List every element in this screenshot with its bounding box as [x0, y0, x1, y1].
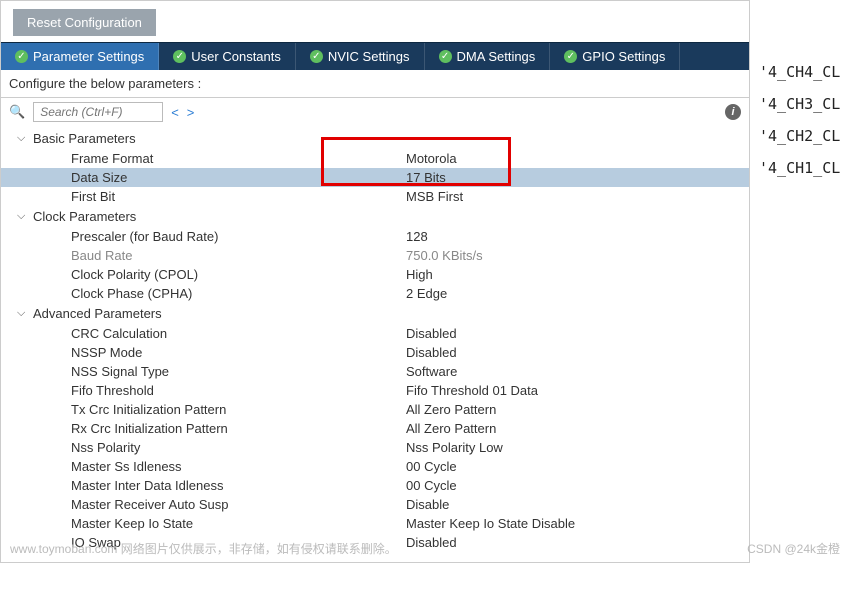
param-label: Fifo Threshold	[71, 383, 406, 398]
check-icon: ✓	[564, 50, 577, 63]
param-row[interactable]: Rx Crc Initialization PatternAll Zero Pa…	[1, 419, 749, 438]
param-value[interactable]: Disabled	[406, 535, 741, 550]
tab-parameter-settings[interactable]: ✓ Parameter Settings	[1, 43, 159, 70]
param-row[interactable]: Clock Polarity (CPOL)High	[1, 265, 749, 284]
param-label: Master Ss Idleness	[71, 459, 406, 474]
param-row[interactable]: Master Receiver Auto SuspDisable	[1, 495, 749, 514]
param-row[interactable]: Tx Crc Initialization PatternAll Zero Pa…	[1, 400, 749, 419]
param-label: Nss Polarity	[71, 440, 406, 455]
param-label: First Bit	[71, 189, 406, 204]
param-row[interactable]: Frame FormatMotorola	[1, 149, 749, 168]
param-row[interactable]: Master Keep Io StateMaster Keep Io State…	[1, 514, 749, 533]
param-label: Baud Rate	[71, 248, 406, 263]
param-row[interactable]: NSSP ModeDisabled	[1, 343, 749, 362]
param-label: Master Receiver Auto Susp	[71, 497, 406, 512]
pin-labels: '4_CH4_CL'4_CH3_CL'4_CH2_CL'4_CH1_CL	[759, 56, 840, 184]
param-row[interactable]: CRC CalculationDisabled	[1, 324, 749, 343]
param-value[interactable]: All Zero Pattern	[406, 402, 741, 417]
param-value[interactable]: Disabled	[406, 345, 741, 360]
pin-label: '4_CH4_CL	[759, 56, 840, 88]
tab-label: Parameter Settings	[33, 49, 144, 64]
param-value[interactable]: Disabled	[406, 326, 741, 341]
param-value[interactable]: Software	[406, 364, 741, 379]
tab-label: DMA Settings	[457, 49, 536, 64]
param-label: Master Inter Data Idleness	[71, 478, 406, 493]
pin-label: '4_CH2_CL	[759, 120, 840, 152]
param-value[interactable]: 750.0 KBits/s	[406, 248, 741, 263]
param-value[interactable]: MSB First	[406, 189, 741, 204]
group-header[interactable]: ⌵ Clock Parameters	[1, 206, 749, 227]
param-label: Data Size	[71, 170, 406, 185]
param-row[interactable]: Data Size17 Bits	[1, 168, 749, 187]
watermark-right: CSDN @24k金橙	[747, 540, 840, 557]
group-label: Advanced Parameters	[33, 306, 162, 321]
param-value[interactable]: All Zero Pattern	[406, 421, 741, 436]
tab-label: User Constants	[191, 49, 281, 64]
search-input[interactable]	[33, 102, 163, 122]
param-label: CRC Calculation	[71, 326, 406, 341]
param-row[interactable]: Master Inter Data Idleness00 Cycle	[1, 476, 749, 495]
param-value[interactable]: 00 Cycle	[406, 478, 741, 493]
expand-icon[interactable]: >	[187, 105, 195, 120]
tab-bar: ✓ Parameter Settings ✓ User Constants ✓ NVIC …	[1, 42, 749, 70]
param-label: NSS Signal Type	[71, 364, 406, 379]
group-label: Clock Parameters	[33, 209, 136, 224]
search-toolbar: 🔍 < > i	[1, 98, 749, 126]
tab-nvic-settings[interactable]: ✓ NVIC Settings	[296, 43, 425, 70]
param-value[interactable]: Master Keep Io State Disable	[406, 516, 741, 531]
group-label: Basic Parameters	[33, 131, 136, 146]
check-icon: ✓	[310, 50, 323, 63]
param-label: NSSP Mode	[71, 345, 406, 360]
chevron-down-icon: ⌵	[17, 132, 29, 145]
watermark-left: www.toymoban.com 网络图片仅供展示，非存储，如有侵权请联系删除。	[10, 540, 397, 557]
param-value[interactable]: Disable	[406, 497, 741, 512]
param-row[interactable]: Master Ss Idleness00 Cycle	[1, 457, 749, 476]
param-value[interactable]: Nss Polarity Low	[406, 440, 741, 455]
param-row[interactable]: NSS Signal TypeSoftware	[1, 362, 749, 381]
check-icon: ✓	[173, 50, 186, 63]
param-value[interactable]: Motorola	[406, 151, 741, 166]
param-row[interactable]: Clock Phase (CPHA)2 Edge	[1, 284, 749, 303]
check-icon: ✓	[439, 50, 452, 63]
param-value[interactable]: High	[406, 267, 741, 282]
tab-label: GPIO Settings	[582, 49, 665, 64]
param-label: Tx Crc Initialization Pattern	[71, 402, 406, 417]
pin-label: '4_CH3_CL	[759, 88, 840, 120]
group-header[interactable]: ⌵ Basic Parameters	[1, 128, 749, 149]
param-row[interactable]: Nss PolarityNss Polarity Low	[1, 438, 749, 457]
param-label: Rx Crc Initialization Pattern	[71, 421, 406, 436]
param-value[interactable]: 17 Bits	[406, 170, 741, 185]
collapse-icon[interactable]: <	[171, 105, 179, 120]
param-value[interactable]: 2 Edge	[406, 286, 741, 301]
param-value[interactable]: 128	[406, 229, 741, 244]
info-icon[interactable]: i	[725, 104, 741, 120]
tab-dma-settings[interactable]: ✓ DMA Settings	[425, 43, 551, 70]
tab-user-constants[interactable]: ✓ User Constants	[159, 43, 296, 70]
search-icon[interactable]: 🔍	[9, 104, 25, 120]
config-panel: Reset Configuration ✓Parameter Settings✓…	[0, 0, 750, 563]
reset-wrap: Reset Configuration	[1, 1, 749, 42]
param-label: Frame Format	[71, 151, 406, 166]
param-value[interactable]: Fifo Threshold 01 Data	[406, 383, 741, 398]
check-icon: ✓	[15, 50, 28, 63]
config-instruction: Configure the below parameters :	[1, 70, 749, 98]
chevron-down-icon: ⌵	[17, 210, 29, 223]
param-label: Clock Phase (CPHA)	[71, 286, 406, 301]
tab-gpio-settings[interactable]: ✓ GPIO Settings	[550, 43, 680, 70]
group-header[interactable]: ⌵ Advanced Parameters	[1, 303, 749, 324]
param-row[interactable]: First BitMSB First	[1, 187, 749, 206]
param-row[interactable]: Prescaler (for Baud Rate)128	[1, 227, 749, 246]
pin-label: '4_CH1_CL	[759, 152, 840, 184]
parameter-tree: ⌵Basic ParametersFrame FormatMotorolaDat…	[1, 126, 749, 562]
param-value[interactable]: 00 Cycle	[406, 459, 741, 474]
reset-button[interactable]: Reset Configuration	[13, 9, 156, 36]
param-label: Clock Polarity (CPOL)	[71, 267, 406, 282]
param-label: Master Keep Io State	[71, 516, 406, 531]
param-row[interactable]: Fifo ThresholdFifo Threshold 01 Data	[1, 381, 749, 400]
tab-label: NVIC Settings	[328, 49, 410, 64]
chevron-down-icon: ⌵	[17, 307, 29, 320]
param-label: Prescaler (for Baud Rate)	[71, 229, 406, 244]
param-row[interactable]: Baud Rate750.0 KBits/s	[1, 246, 749, 265]
